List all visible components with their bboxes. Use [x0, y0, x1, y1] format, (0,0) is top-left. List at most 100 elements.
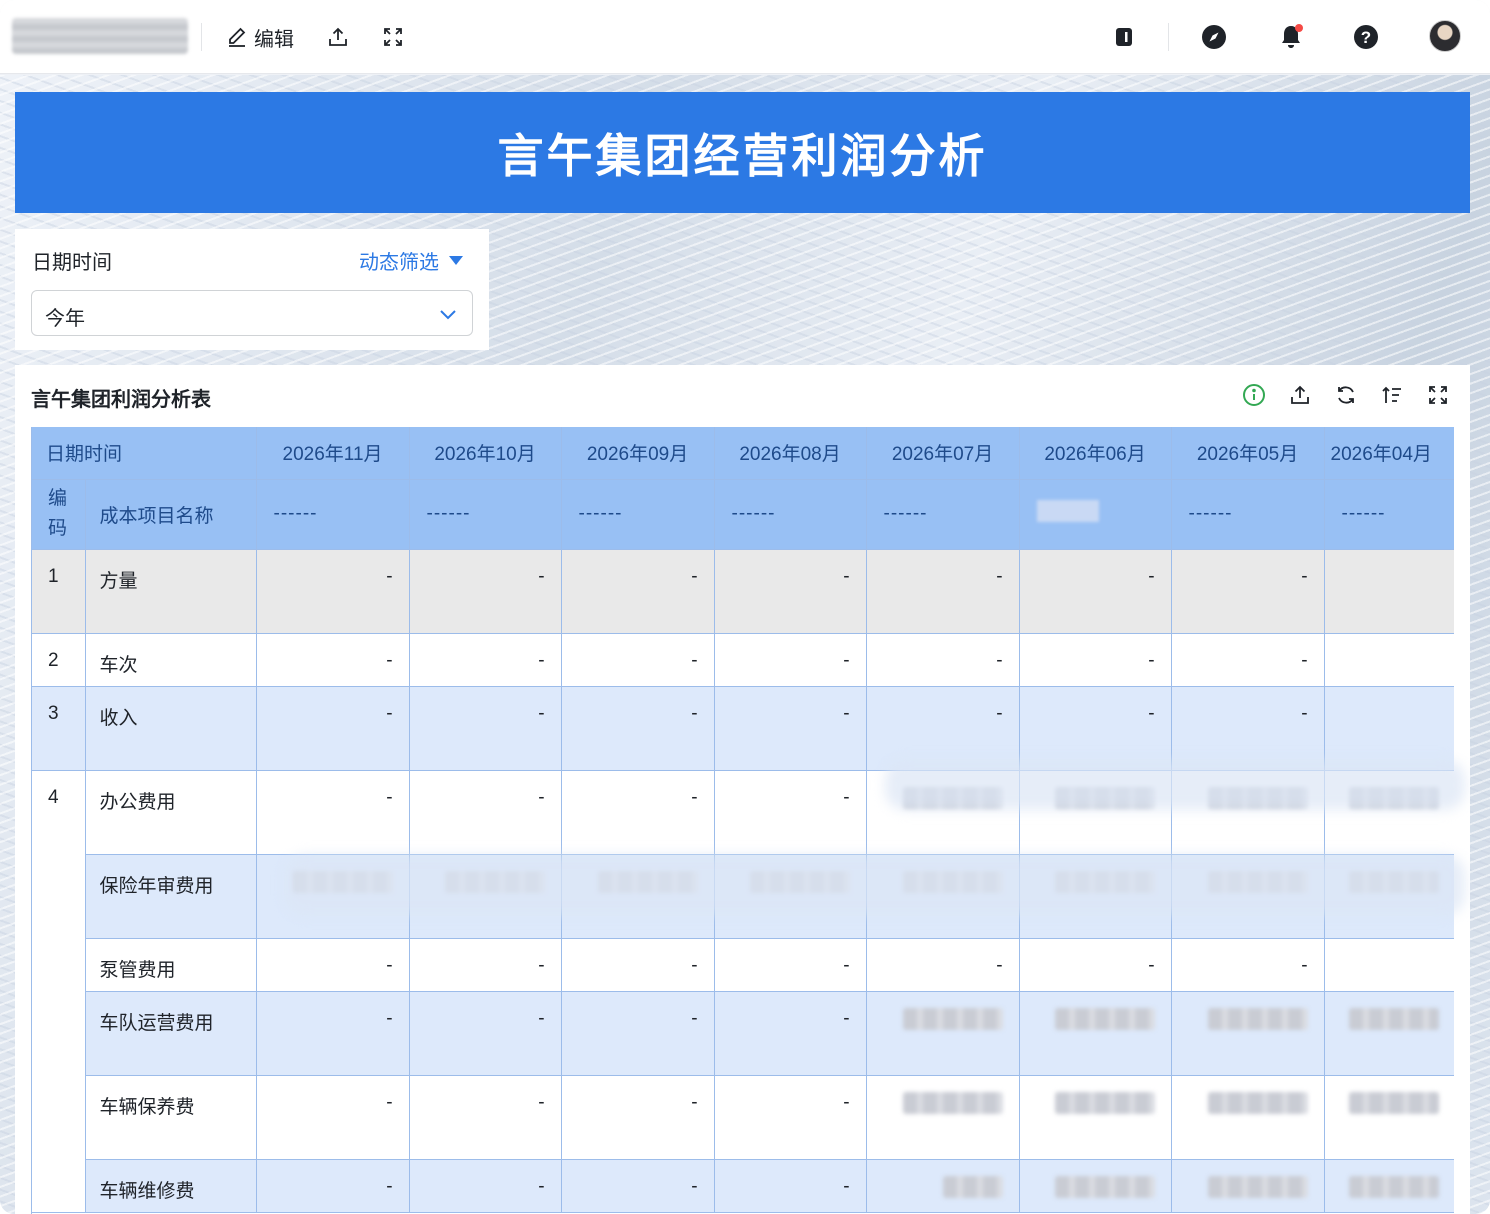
row-name: 收入	[85, 686, 257, 771]
cell-value	[1324, 633, 1454, 687]
blurred-value	[902, 1007, 1003, 1030]
export-button[interactable]	[322, 21, 354, 53]
avatar[interactable]	[1429, 20, 1461, 52]
month-header[interactable]: 2026年05月	[1171, 427, 1325, 480]
cell-value: -	[866, 686, 1020, 771]
blurred-value	[1207, 1007, 1308, 1030]
notifications-button[interactable]	[1275, 21, 1307, 53]
row-name: 车辆保养费	[85, 1075, 257, 1160]
date-range-select[interactable]: 今年	[31, 290, 473, 336]
sort-button[interactable]	[1378, 381, 1406, 409]
help-button[interactable]: ?	[1350, 21, 1382, 53]
cell-blurred	[1019, 1159, 1172, 1213]
cell-value: -	[1019, 686, 1172, 771]
month-header[interactable]: 2026年04月	[1324, 427, 1454, 480]
dashboard-banner: 言午集团经营利润分析	[15, 92, 1470, 213]
cell-blurred	[866, 1075, 1020, 1160]
dashboard-title: 言午集团经营利润分析	[497, 129, 988, 182]
cell-value: -	[1171, 686, 1325, 771]
cell-value: -	[561, 938, 715, 992]
month-header[interactable]: 2026年10月	[409, 427, 562, 480]
refresh-button[interactable]	[1332, 381, 1360, 409]
month-header[interactable]: 2026年09月	[561, 427, 715, 480]
cell-value: -	[256, 991, 410, 1076]
dash-cell: ------	[256, 479, 410, 550]
table-row[interactable]: 1 方量 - - - - - - -	[32, 549, 1454, 634]
edit-icon	[229, 27, 246, 47]
blurred-value	[1207, 1091, 1308, 1114]
cell-value: -	[256, 549, 410, 634]
table-row[interactable]: 车辆维修费 - - - -	[32, 1159, 1454, 1213]
cell-blurred	[1171, 1075, 1325, 1160]
caret-down-icon	[449, 256, 463, 265]
notebook-button[interactable]	[1108, 21, 1140, 53]
header-date-label: 日期时间	[32, 427, 257, 480]
blurred-value	[1348, 1091, 1439, 1114]
cell-value: -	[561, 633, 715, 687]
cell-value: -	[714, 770, 867, 855]
cell-value: -	[256, 686, 410, 771]
compass-icon	[1202, 25, 1226, 49]
chevron-down-icon	[440, 310, 456, 320]
profit-table-panel: 言午集团利润分析表 日期时间 2026年11月 2026年10月 2026年09…	[15, 365, 1470, 1214]
svg-text:?: ?	[1361, 28, 1371, 47]
header-row-months: 日期时间 2026年11月 2026年10月 2026年09月 2026年08月…	[32, 427, 1454, 480]
cell-value: -	[256, 1075, 410, 1160]
dynamic-filter-button[interactable]: 动态筛选	[359, 246, 463, 275]
cell-value	[1324, 549, 1454, 634]
cell-value: -	[1171, 633, 1325, 687]
table-row[interactable]: 3 收入 - - - - - - -	[32, 686, 1454, 771]
discover-button[interactable]	[1198, 21, 1230, 53]
row-name: 保险年审费用	[85, 854, 257, 939]
month-header[interactable]: 2026年06月	[1019, 427, 1172, 480]
panel-export-button[interactable]	[1286, 381, 1314, 409]
cell-value: -	[256, 1159, 410, 1213]
month-header[interactable]: 2026年08月	[714, 427, 867, 480]
dynamic-filter-label: 动态筛选	[359, 252, 439, 274]
cell-value: -	[561, 1075, 715, 1160]
cell-value: -	[409, 938, 562, 992]
table-row[interactable]: 2 车次 - - - - - - -	[32, 633, 1454, 687]
month-header[interactable]: 2026年07月	[866, 427, 1020, 480]
row-name: 方量	[85, 549, 257, 634]
panel-fullscreen-button[interactable]	[1424, 381, 1452, 409]
cell-value: -	[1171, 549, 1325, 634]
header-row-columns: 编码 成本项目名称 ------ ------ ------ ------ --…	[32, 479, 1454, 550]
cell-value: -	[1019, 633, 1172, 687]
blurred-value	[1054, 1007, 1155, 1030]
row-code: 2	[32, 633, 86, 687]
cell-value	[1324, 686, 1454, 771]
dashboard-canvas: 言午集团经营利润分析 日期时间 动态筛选 今年 言午集团利润分析表 日期时间 2…	[0, 75, 1490, 1214]
cell-value: -	[409, 1159, 562, 1213]
table-row[interactable]: 车队运营费用 - - - -	[32, 991, 1454, 1076]
month-header[interactable]: 2026年11月	[256, 427, 410, 480]
profit-table-scroll[interactable]: 日期时间 2026年11月 2026年10月 2026年09月 2026年08月…	[31, 427, 1454, 1214]
refresh-icon	[1338, 386, 1354, 404]
blurred-value	[1054, 1091, 1155, 1114]
cell-value: -	[1019, 549, 1172, 634]
fullscreen-icon	[384, 28, 402, 46]
cell-value: -	[714, 1075, 867, 1160]
cell-value: -	[256, 633, 410, 687]
row-name: 车队运营费用	[85, 991, 257, 1076]
cell-value: -	[561, 549, 715, 634]
row-name: 车辆维修费	[85, 1159, 257, 1213]
table-row[interactable]: 泵管费用 - - - - - - -	[32, 938, 1454, 992]
redacted-block	[1036, 500, 1099, 522]
cell-value: -	[714, 633, 867, 687]
row-name: 泵管费用	[85, 938, 257, 992]
cell-blurred	[1019, 991, 1172, 1076]
fullscreen-button[interactable]	[377, 21, 409, 53]
top-toolbar: 编辑 ?	[0, 0, 1490, 74]
cell-value: -	[714, 549, 867, 634]
cell-blurred	[1324, 1075, 1454, 1160]
table-row[interactable]: 车辆保养费 - - - -	[32, 1075, 1454, 1160]
blur-overlay	[885, 760, 1465, 810]
edit-button[interactable]: 编辑	[226, 20, 294, 54]
cell-value: -	[866, 633, 1020, 687]
export-icon	[1291, 385, 1309, 404]
info-button[interactable]	[1240, 381, 1268, 409]
panel-title: 言午集团利润分析表	[31, 389, 211, 411]
cell-value: -	[409, 633, 562, 687]
cell-value: -	[714, 938, 867, 992]
